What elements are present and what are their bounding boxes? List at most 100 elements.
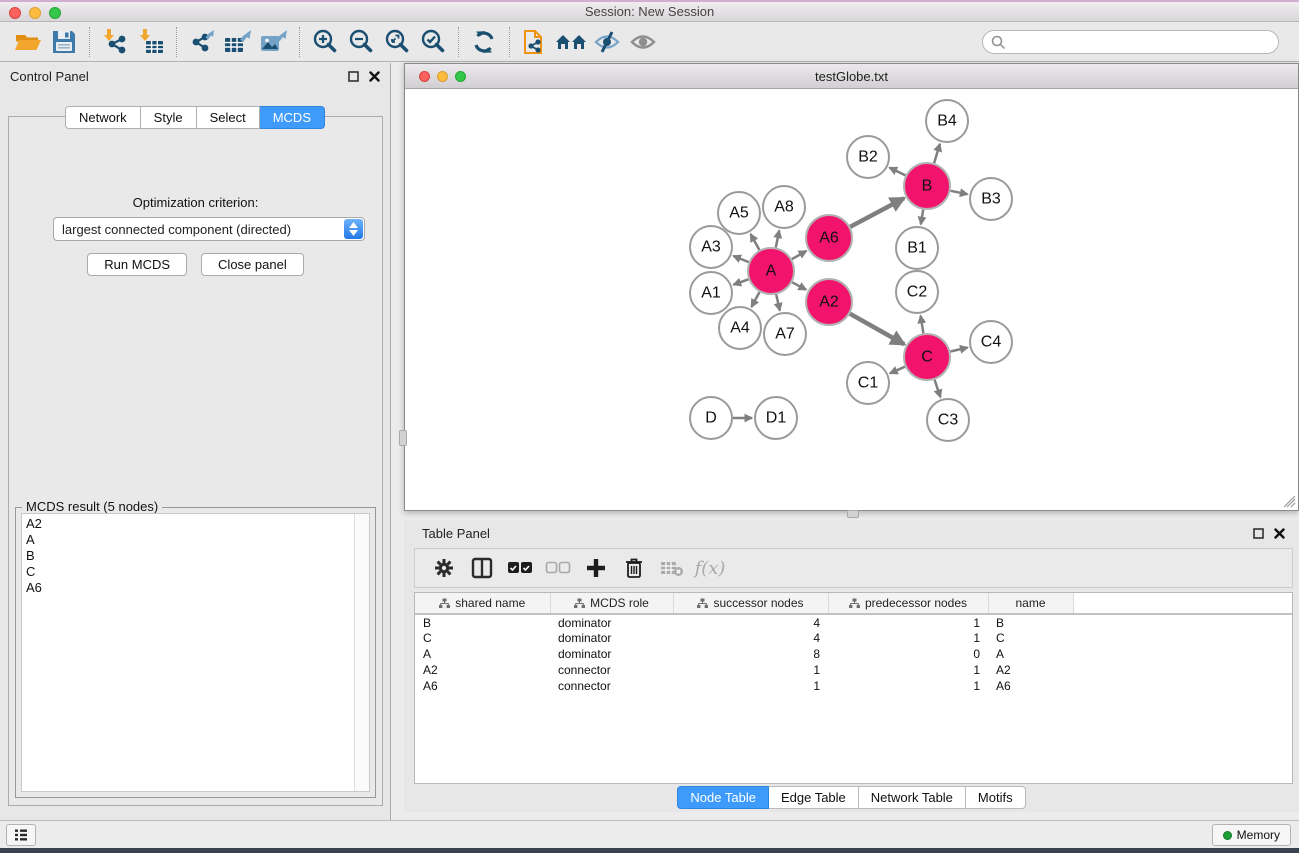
column-header-successor-nodes[interactable]: successor nodes	[673, 593, 828, 614]
table-cell[interactable]: A6	[988, 678, 1073, 694]
export-image-button[interactable]	[256, 26, 292, 58]
network-window-titlebar[interactable]: testGlobe.txt	[405, 64, 1298, 89]
table-cell[interactable]: connector	[550, 662, 673, 678]
edge-B-B3[interactable]	[951, 191, 968, 194]
table-cell[interactable]: A2	[415, 662, 550, 678]
close-panel-icon[interactable]	[1274, 528, 1285, 539]
table-row[interactable]: Adominator80A	[415, 646, 1292, 662]
result-item[interactable]: A	[26, 532, 349, 548]
show-all-button[interactable]	[625, 26, 661, 58]
node-D[interactable]: D	[690, 397, 732, 439]
tab-edge-table[interactable]: Edge Table	[769, 786, 859, 809]
node-table[interactable]: shared nameMCDS rolesuccessor nodesprede…	[414, 592, 1293, 784]
edge-C-C4[interactable]	[950, 348, 967, 352]
edge-C-C3[interactable]	[935, 380, 941, 397]
hide-selected-button[interactable]	[589, 26, 625, 58]
control-tab-network[interactable]: Network	[65, 106, 141, 129]
node-C[interactable]: C	[904, 334, 950, 380]
table-cell[interactable]: dominator	[550, 614, 673, 630]
minimize-window-button[interactable]	[29, 7, 41, 19]
edge-A-A8[interactable]	[776, 231, 779, 248]
result-item[interactable]: C	[26, 564, 349, 580]
column-header-predecessor-nodes[interactable]: predecessor nodes	[828, 593, 988, 614]
network-window-controls[interactable]	[419, 71, 466, 82]
table-row[interactable]: A2connector11A2	[415, 662, 1292, 678]
zoom-network-button[interactable]	[455, 71, 466, 82]
edge-B-B4[interactable]	[934, 144, 940, 163]
zoom-fit-button[interactable]	[379, 26, 415, 58]
node-B1[interactable]: B1	[896, 227, 938, 269]
float-panel-icon[interactable]	[348, 71, 359, 82]
edge-C-C1[interactable]	[890, 367, 905, 374]
control-tab-select[interactable]: Select	[197, 106, 260, 129]
float-panel-icon[interactable]	[1253, 528, 1264, 539]
global-search[interactable]	[982, 30, 1279, 54]
node-A1[interactable]: A1	[690, 272, 732, 314]
edge-A-A4[interactable]	[752, 292, 760, 307]
criterion-dropdown[interactable]: largest connected component (directed)	[53, 217, 365, 241]
function-builder-button[interactable]: f(x)	[693, 552, 727, 584]
delete-table-button[interactable]	[655, 552, 689, 584]
table-cell[interactable]: 1	[828, 678, 988, 694]
show-panels-button[interactable]	[6, 824, 36, 846]
table-cell[interactable]: C	[988, 630, 1073, 646]
control-tab-style[interactable]: Style	[141, 106, 197, 129]
table-cell[interactable]: A	[988, 646, 1073, 662]
save-session-button[interactable]	[46, 26, 82, 58]
table-settings-button[interactable]	[427, 552, 461, 584]
node-A[interactable]: A	[748, 248, 794, 294]
table-cell[interactable]: dominator	[550, 646, 673, 662]
tab-motifs[interactable]: Motifs	[966, 786, 1026, 809]
table-row[interactable]: A6connector11A6	[415, 678, 1292, 694]
window-controls[interactable]	[9, 7, 61, 19]
zoom-out-button[interactable]	[343, 26, 379, 58]
table-cell[interactable]: 1	[828, 630, 988, 646]
minimize-network-button[interactable]	[437, 71, 448, 82]
edge-A-A1[interactable]	[734, 279, 749, 284]
tab-node-table[interactable]: Node Table	[677, 786, 769, 809]
network-canvas[interactable]: B4B2BB3B1A5A8A6A3AA1C2A2A4A7CC4C1C3DD1	[405, 89, 1298, 510]
tab-network-table[interactable]: Network Table	[859, 786, 966, 809]
table-cell[interactable]: 1	[673, 662, 828, 678]
table-cell[interactable]: connector	[550, 678, 673, 694]
node-A8[interactable]: A8	[763, 186, 805, 228]
table-cell[interactable]: A2	[988, 662, 1073, 678]
left-splitter-handle[interactable]	[399, 430, 407, 446]
table-cell[interactable]: A6	[415, 678, 550, 694]
node-A2[interactable]: A2	[806, 279, 852, 325]
node-A4[interactable]: A4	[719, 307, 761, 349]
table-cell[interactable]: dominator	[550, 630, 673, 646]
run-mcds-button[interactable]: Run MCDS	[87, 253, 187, 276]
new-network-from-selection-button[interactable]	[517, 26, 553, 58]
table-cell[interactable]: 4	[673, 630, 828, 646]
zoom-selected-button[interactable]	[415, 26, 451, 58]
column-header-MCDS-role[interactable]: MCDS role	[550, 593, 673, 614]
table-cell[interactable]: 8	[673, 646, 828, 662]
delete-column-button[interactable]	[617, 552, 651, 584]
table-cell[interactable]: 1	[673, 678, 828, 694]
edge-A2-C[interactable]	[850, 314, 904, 345]
node-B[interactable]: B	[904, 163, 950, 209]
table-row[interactable]: Cdominator41C	[415, 630, 1292, 646]
edge-C-C2[interactable]	[921, 316, 924, 334]
zoom-window-button[interactable]	[49, 7, 61, 19]
edge-A-A5[interactable]	[751, 234, 760, 250]
table-cell[interactable]: 4	[673, 614, 828, 630]
node-A3[interactable]: A3	[690, 226, 732, 268]
table-cell[interactable]: B	[415, 614, 550, 630]
bottom-splitter-handle[interactable]	[847, 510, 859, 518]
deselect-all-button[interactable]	[541, 552, 575, 584]
memory-button[interactable]: Memory	[1212, 824, 1291, 846]
node-B3[interactable]: B3	[970, 178, 1012, 220]
search-input[interactable]	[1011, 32, 1278, 52]
edge-B-B1[interactable]	[921, 210, 923, 225]
column-header-name[interactable]: name	[988, 593, 1073, 614]
node-A6[interactable]: A6	[806, 215, 852, 261]
edge-A6-B[interactable]	[850, 198, 904, 227]
table-cell[interactable]: 0	[828, 646, 988, 662]
node-A7[interactable]: A7	[764, 313, 806, 355]
import-network-file-button[interactable]	[97, 26, 133, 58]
apply-layout-button[interactable]	[466, 26, 502, 58]
node-B2[interactable]: B2	[847, 136, 889, 178]
node-B4[interactable]: B4	[926, 100, 968, 142]
